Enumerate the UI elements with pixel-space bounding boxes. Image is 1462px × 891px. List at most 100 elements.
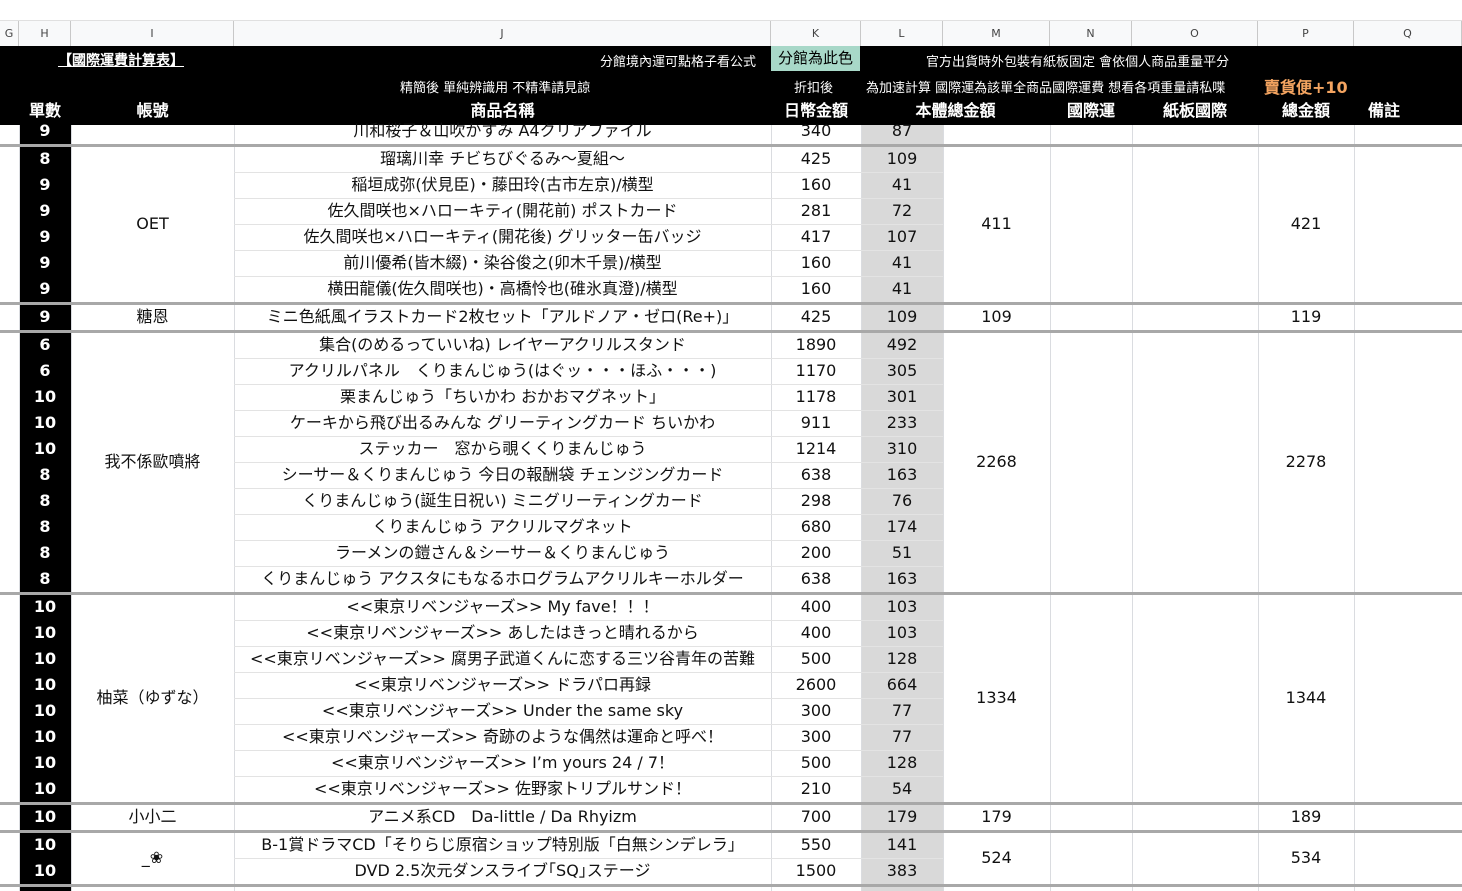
twd-amount-cell[interactable]: 103 [861, 620, 943, 646]
product-name-cell[interactable]: DVD 2.5次元ダンスライブ｢SQ｣ステージ [234, 858, 771, 884]
jpy-amount-cell[interactable]: 210 [771, 776, 861, 802]
jpy-amount-cell[interactable]: 340 [771, 118, 861, 144]
product-name-cell[interactable]: ステッカー 窓から覗くくりまんじゅう [234, 436, 771, 462]
column-header-o[interactable]: O [1132, 21, 1258, 46]
product-name-cell[interactable]: シーサー＆くりまんじゅう 今日の報酬袋 チェンジングカード [234, 462, 771, 488]
jpy-amount-cell[interactable]: 638 [771, 566, 861, 592]
order-count-cell[interactable]: 6 [19, 332, 71, 358]
account-cell[interactable]: OET [71, 146, 234, 302]
column-header-k[interactable]: K [771, 21, 861, 46]
product-name-cell[interactable]: くりまんじゅう アクスタにもなるホログラムアクリルキーホルダー [234, 566, 771, 592]
jpy-amount-cell[interactable]: 500 [771, 750, 861, 776]
note-highlight[interactable]: 分館為此色 [771, 46, 860, 71]
product-name-cell[interactable]: ラーメンの鎧さん＆シーサー＆くりまんじゅう [234, 540, 771, 566]
header-intl[interactable]: 國際運 [1050, 99, 1132, 123]
body-total-cell[interactable]: 179 [943, 804, 1050, 830]
twd-amount-cell[interactable]: 51 [861, 540, 943, 566]
jpy-amount-cell[interactable]: 1214 [771, 436, 861, 462]
order-count-cell[interactable]: 10 [19, 698, 71, 724]
product-name-cell[interactable]: ケーキから飛び出るみんな グリーティングカード ちいかわ [234, 410, 771, 436]
total-amount-cell[interactable]: 1344 [1258, 594, 1354, 802]
product-name-cell[interactable]: 集合(のめるっていいね) レイヤーアクリルスタンド [234, 332, 771, 358]
column-header-p[interactable]: P [1258, 21, 1354, 46]
jpy-amount-cell[interactable]: 425 [771, 304, 861, 330]
account-cell[interactable]: 糖恩 [71, 304, 234, 330]
order-count-cell[interactable]: 8 [19, 540, 71, 566]
product-name-cell[interactable]: B-1賞ドラマCD「そりらじ原宿ショップ特別版「白無シンデレラ」 [234, 832, 771, 858]
product-name-cell[interactable]: くりまんじゅう(誕生日祝い) ミニグリーティングカード [234, 488, 771, 514]
product-name-cell[interactable]: 佐久間咲也×ハローキティ(開花前) ポストカード [234, 198, 771, 224]
twd-amount-cell[interactable]: 109 [861, 304, 943, 330]
twd-amount-cell[interactable]: 128 [861, 646, 943, 672]
twd-amount-cell[interactable]: 77 [861, 724, 943, 750]
order-count-cell[interactable]: 8 [19, 566, 71, 592]
product-name-cell[interactable]: <<東京リベンジャーズ>> 腐男子武道くんに恋する三ツ谷青年の苦難 [234, 646, 771, 672]
product-name-cell[interactable]: 川和桜子＆山吹かすみ A4クリアファイル [234, 118, 771, 144]
jpy-amount-cell[interactable]: 1178 [771, 384, 861, 410]
product-name-cell[interactable]: <<東京リベンジャーズ>> あしたはきっと晴れるから [234, 620, 771, 646]
twd-amount-cell[interactable]: 233 [861, 410, 943, 436]
order-count-cell[interactable]: 8 [19, 488, 71, 514]
product-name-cell[interactable]: 佐久間咲也×ハローキティ(開花後) グリッター缶バッジ [234, 224, 771, 250]
order-count-cell[interactable]: 10 [19, 384, 71, 410]
order-count-cell[interactable]: 10 [19, 804, 71, 830]
column-header-j[interactable]: J [234, 21, 771, 46]
product-name-cell[interactable]: 稲垣成弥(伏見臣)・藤田玲(古市左京)/横型 [234, 172, 771, 198]
twd-amount-cell[interactable]: 76 [861, 488, 943, 514]
jpy-amount-cell[interactable]: 417 [771, 224, 861, 250]
total-amount-cell[interactable]: 189 [1258, 804, 1354, 830]
order-count-cell[interactable]: 9 [19, 250, 71, 276]
twd-amount-cell[interactable]: 141 [861, 832, 943, 858]
body-total-cell[interactable] [943, 118, 1050, 144]
account-cell[interactable] [71, 118, 234, 144]
jpy-amount-cell[interactable]: 160 [771, 276, 861, 302]
note-discount[interactable]: 折扣後 [794, 77, 833, 96]
order-count-cell[interactable]: 10 [19, 410, 71, 436]
jpy-amount-cell[interactable]: 298 [771, 488, 861, 514]
body-total-cell[interactable]: 1334 [943, 594, 1050, 802]
product-name-cell[interactable]: <<東京リベンジャーズ>> I’m yours 24 / 7！ [234, 750, 771, 776]
order-count-cell[interactable]: 8 [19, 514, 71, 540]
twd-amount-cell[interactable]: 128 [861, 750, 943, 776]
twd-amount-cell[interactable]: 103 [861, 594, 943, 620]
sheet-grid[interactable]: 9 川和桜子＆山吹かすみ A4クリアファイル 340 87 8 瑠璃川幸 チビちびぐるみ～… [0, 121, 1462, 891]
order-count-cell[interactable]: 10 [19, 858, 71, 884]
account-cell[interactable]: 我不係歐噴將 [71, 332, 234, 592]
twd-amount-cell[interactable]: 179 [861, 804, 943, 830]
order-count-cell[interactable]: 10 [19, 594, 71, 620]
product-name-cell[interactable]: 栗まんじゅう「ちいかわ おかおマグネット」 [234, 384, 771, 410]
product-name-cell[interactable]: くりまんじゅう アクリルマグネット [234, 514, 771, 540]
twd-amount-cell[interactable]: 492 [861, 332, 943, 358]
product-name-cell[interactable]: <<東京リベンジャーズ>> ドラパロ再録 [234, 672, 771, 698]
account-cell[interactable]: _❀ [71, 832, 234, 884]
twd-amount-cell[interactable]: 310 [861, 436, 943, 462]
product-name-cell[interactable]: 瑠璃川幸 チビちびぐるみ～夏組～ [234, 146, 771, 172]
product-name-cell[interactable]: <<東京リベンジャーズ>> Under the same sky [234, 698, 771, 724]
jpy-amount-cell[interactable]: 1170 [771, 358, 861, 384]
twd-amount-cell[interactable]: 109 [861, 146, 943, 172]
order-count-cell[interactable]: 9 [19, 304, 71, 330]
body-total-cell[interactable]: 524 [943, 832, 1050, 884]
twd-amount-cell[interactable]: 305 [861, 358, 943, 384]
jpy-amount-cell[interactable]: 2600 [771, 672, 861, 698]
order-count-cell[interactable]: 10 [19, 436, 71, 462]
jpy-amount-cell[interactable]: 281 [771, 198, 861, 224]
total-amount-cell[interactable]: 534 [1258, 832, 1354, 884]
jpy-amount-cell[interactable]: 1500 [771, 858, 861, 884]
order-count-cell[interactable]: 8 [19, 146, 71, 172]
jpy-amount-cell[interactable]: 200 [771, 540, 861, 566]
column-header-n[interactable]: N [1050, 21, 1132, 46]
note-cheap[interactable]: 賣貨便+10 [1264, 74, 1348, 98]
twd-amount-cell[interactable]: 77 [861, 698, 943, 724]
order-count-cell[interactable]: 10 [19, 672, 71, 698]
twd-amount-cell[interactable]: 87 [861, 118, 943, 144]
twd-amount-cell[interactable]: 41 [861, 250, 943, 276]
twd-amount-cell[interactable]: 41 [861, 172, 943, 198]
note-formula[interactable]: 分館境內運可點格子看公式 [600, 51, 756, 70]
twd-amount-cell[interactable]: 664 [861, 672, 943, 698]
order-count-cell[interactable]: 9 [19, 224, 71, 250]
product-name-cell[interactable]: アニメ系CD Da-little / Da Rhyizm [234, 804, 771, 830]
jpy-amount-cell[interactable]: 500 [771, 646, 861, 672]
twd-amount-cell[interactable]: 72 [861, 198, 943, 224]
jpy-amount-cell[interactable]: 300 [771, 698, 861, 724]
